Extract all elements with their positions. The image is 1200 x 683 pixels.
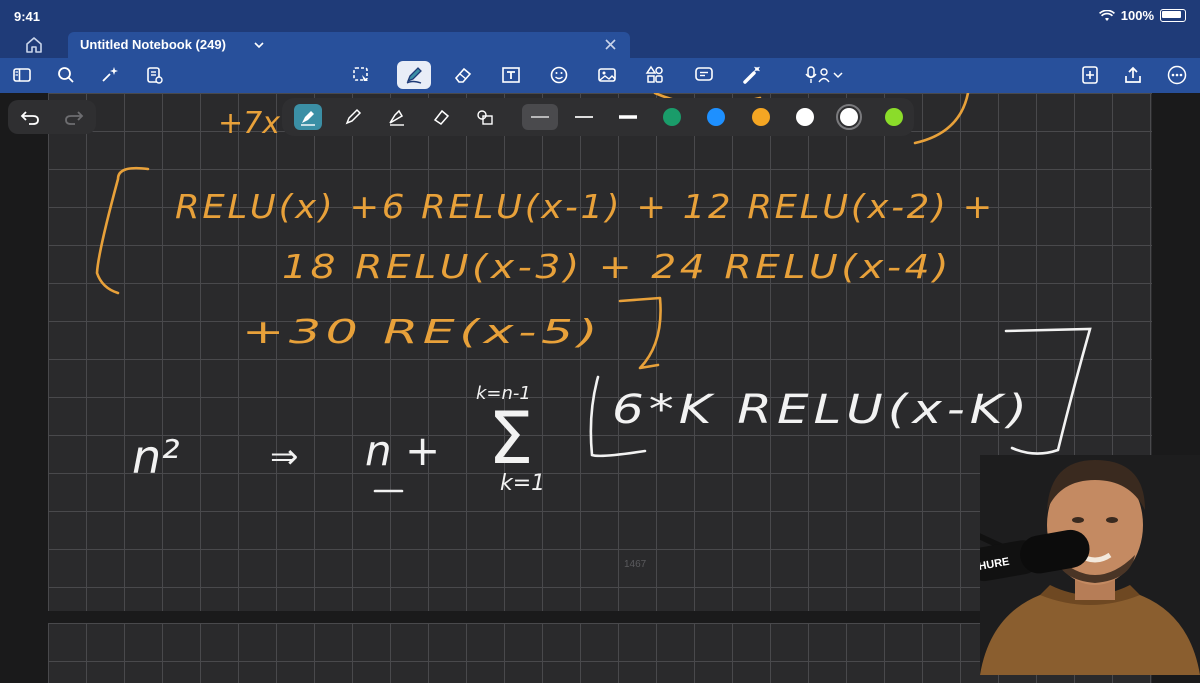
battery-percent: 100% (1120, 8, 1154, 23)
battery-icon (1160, 9, 1186, 22)
note-line-2: 18 RELU(x-3) + 24 RELU(x-4) (282, 247, 952, 286)
undo-redo-group (8, 100, 96, 134)
status-bar: 9:41 100% (0, 0, 1200, 32)
brush-pen-button[interactable] (383, 104, 411, 130)
comment-button[interactable] (691, 63, 717, 87)
sum-sigma-icon: Σ (488, 396, 534, 480)
more-button[interactable] (1164, 63, 1190, 87)
top-bracket-stroke (913, 93, 970, 145)
laser-pointer-button[interactable] (739, 63, 765, 87)
brush-pen-icon (389, 109, 404, 126)
image-button[interactable] (594, 63, 620, 87)
highlighter-button[interactable] (427, 104, 455, 130)
note-top-fragment: +7x (218, 106, 280, 141)
sidebar-toggle-button[interactable] (9, 63, 35, 87)
right-bracket (618, 296, 662, 370)
sticker-button[interactable] (546, 63, 572, 87)
share-icon (1125, 66, 1141, 83)
search-button[interactable] (53, 63, 79, 87)
color-swatch-lime[interactable] (885, 108, 903, 126)
add-page-icon (1082, 66, 1098, 84)
clock: 9:41 (14, 9, 41, 24)
line-medium-icon (575, 116, 593, 118)
thickness-medium-button[interactable] (570, 104, 598, 130)
ai-button[interactable] (97, 63, 123, 87)
sticker-icon (550, 66, 568, 84)
chevron-down-icon[interactable] (254, 40, 264, 50)
pen-palette (282, 98, 914, 136)
line-bold-icon (619, 115, 637, 119)
presenter-webcam: SHURE (980, 455, 1200, 675)
eq-n-plus: n + (365, 426, 440, 475)
search-icon (58, 67, 74, 83)
shape-pen-icon (477, 110, 493, 125)
fountain-pen-icon (301, 111, 315, 126)
sparkle-icon (102, 67, 118, 82)
wifi-icon (1098, 9, 1115, 21)
line-fine-icon (531, 116, 549, 118)
share-button[interactable] (1120, 63, 1146, 87)
note-line-1: RELU(x) +6 RELU(x-1) + 12 RELU(x-2) + (175, 187, 995, 226)
document-icon (147, 67, 163, 84)
add-page-button[interactable] (1077, 63, 1103, 87)
ball-pen-button[interactable] (339, 104, 367, 130)
thickness-bold-button[interactable] (614, 104, 642, 130)
laser-pointer-icon (743, 66, 760, 84)
comment-icon (695, 67, 713, 81)
microphone-icon (805, 66, 843, 83)
sum-body: 6*K RELU(x-K) (612, 387, 1032, 433)
page-watermark: 1467 (624, 559, 647, 570)
lasso-button[interactable] (348, 63, 374, 87)
left-bracket (95, 166, 150, 295)
lasso-select-icon (353, 67, 368, 81)
text-button[interactable] (498, 63, 524, 87)
shapes-button[interactable] (642, 63, 668, 87)
color-swatch-blue[interactable] (707, 108, 725, 126)
main-toolbar (0, 58, 1200, 93)
eq-implies-arrow: ⇒ (270, 437, 299, 477)
sum-lower-limit: k=1 (500, 471, 545, 496)
shape-pen-button[interactable] (471, 104, 499, 130)
pen-icon (406, 67, 422, 84)
image-icon (598, 68, 616, 82)
eraser-icon (454, 67, 472, 83)
shapes-icon (645, 65, 663, 83)
color-swatch-green[interactable] (663, 108, 681, 126)
pen-tool-button[interactable] (397, 61, 431, 89)
color-swatch-orange[interactable] (752, 108, 770, 126)
tab-notebook[interactable]: Untitled Notebook (249) (68, 32, 630, 58)
sidebar-icon (13, 68, 31, 82)
color-swatch-white-selected[interactable] (836, 104, 862, 130)
redo-icon[interactable] (64, 107, 84, 127)
home-icon[interactable] (24, 35, 44, 55)
eraser-button[interactable] (450, 63, 476, 87)
fountain-pen-button[interactable] (294, 104, 322, 130)
eq-n-squared: n² (132, 430, 180, 484)
ball-pen-icon (345, 108, 362, 125)
tab-title: Untitled Notebook (249) (80, 37, 226, 52)
document-button[interactable] (141, 63, 167, 87)
more-icon (1167, 65, 1187, 85)
thickness-fine-button[interactable] (522, 104, 558, 130)
color-swatch-white[interactable] (796, 108, 814, 126)
text-box-icon (502, 67, 520, 83)
audio-button[interactable] (800, 63, 848, 87)
highlighter-icon (433, 109, 450, 125)
close-icon[interactable] (605, 39, 616, 50)
note-line-3: +30 RE(x-5) (242, 312, 602, 351)
tab-bar: Untitled Notebook (249) (0, 32, 1200, 58)
status-right: 100% (1098, 8, 1186, 23)
undo-icon[interactable] (20, 107, 40, 127)
